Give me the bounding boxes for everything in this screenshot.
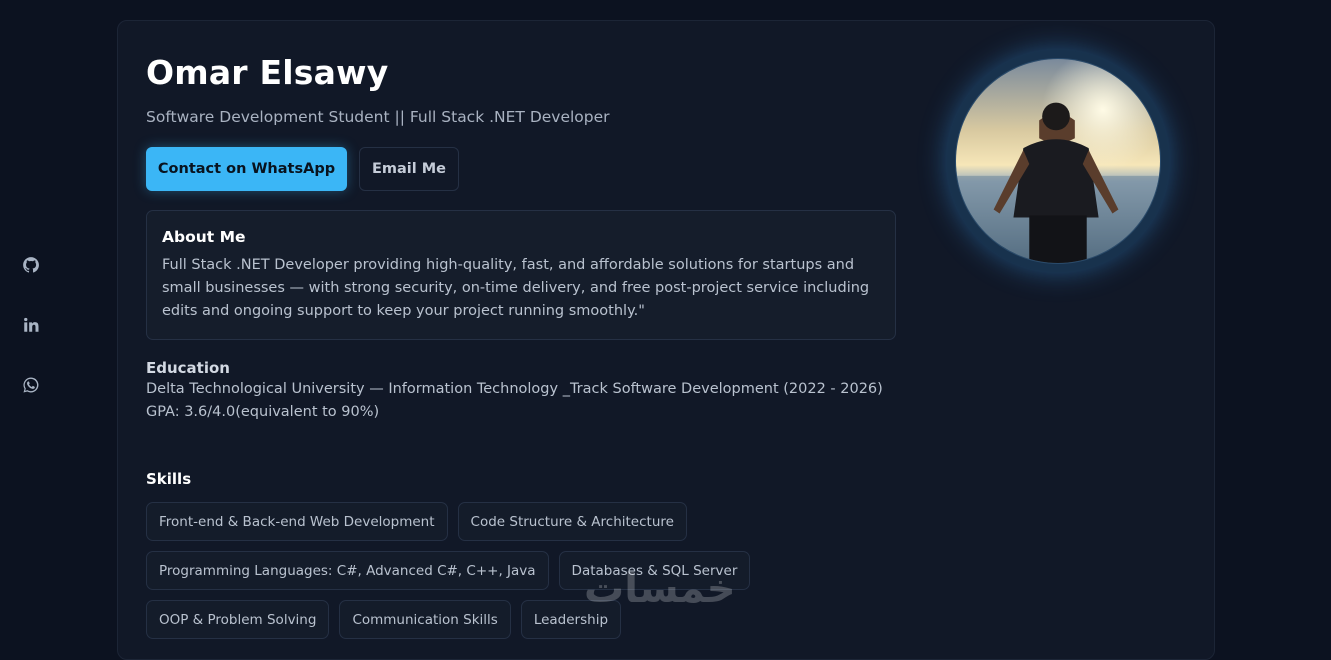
profile-name: Omar Elsawy: [146, 53, 389, 92]
skill-chip: Communication Skills: [339, 600, 511, 639]
watermark-logo: خمسات: [584, 566, 736, 612]
education-section: Education Delta Technological University…: [146, 359, 891, 424]
contact-whatsapp-button[interactable]: Contact on WhatsApp: [146, 147, 347, 191]
education-gpa: GPA: 3.6/4.0(equivalent to 90%): [146, 404, 380, 420]
skills-title: Skills: [146, 470, 192, 488]
avatar: [955, 58, 1161, 264]
profile-subtitle: Software Development Student || Full Sta…: [146, 108, 610, 126]
social-sidebar: [20, 254, 42, 396]
whatsapp-icon[interactable]: [20, 374, 42, 396]
skill-chip: Programming Languages: C#, Advanced C#, …: [146, 551, 549, 590]
linkedin-icon[interactable]: [20, 314, 42, 336]
skill-chip: Code Structure & Architecture: [457, 502, 687, 541]
about-title: About Me: [162, 228, 246, 246]
about-section: About Me Full Stack .NET Developer provi…: [146, 210, 896, 340]
email-me-button[interactable]: Email Me: [359, 147, 459, 191]
skill-chip: Front-end & Back-end Web Development: [146, 502, 448, 541]
skill-chip: OOP & Problem Solving: [146, 600, 330, 639]
about-text: Full Stack .NET Developer providing high…: [162, 257, 870, 319]
avatar-frame: [947, 50, 1169, 272]
education-title: Education: [146, 359, 230, 377]
github-icon[interactable]: [20, 254, 42, 276]
education-degree: Delta Technological University — Informa…: [146, 381, 883, 397]
profile-card: Omar Elsawy Software Development Student…: [117, 20, 1215, 660]
